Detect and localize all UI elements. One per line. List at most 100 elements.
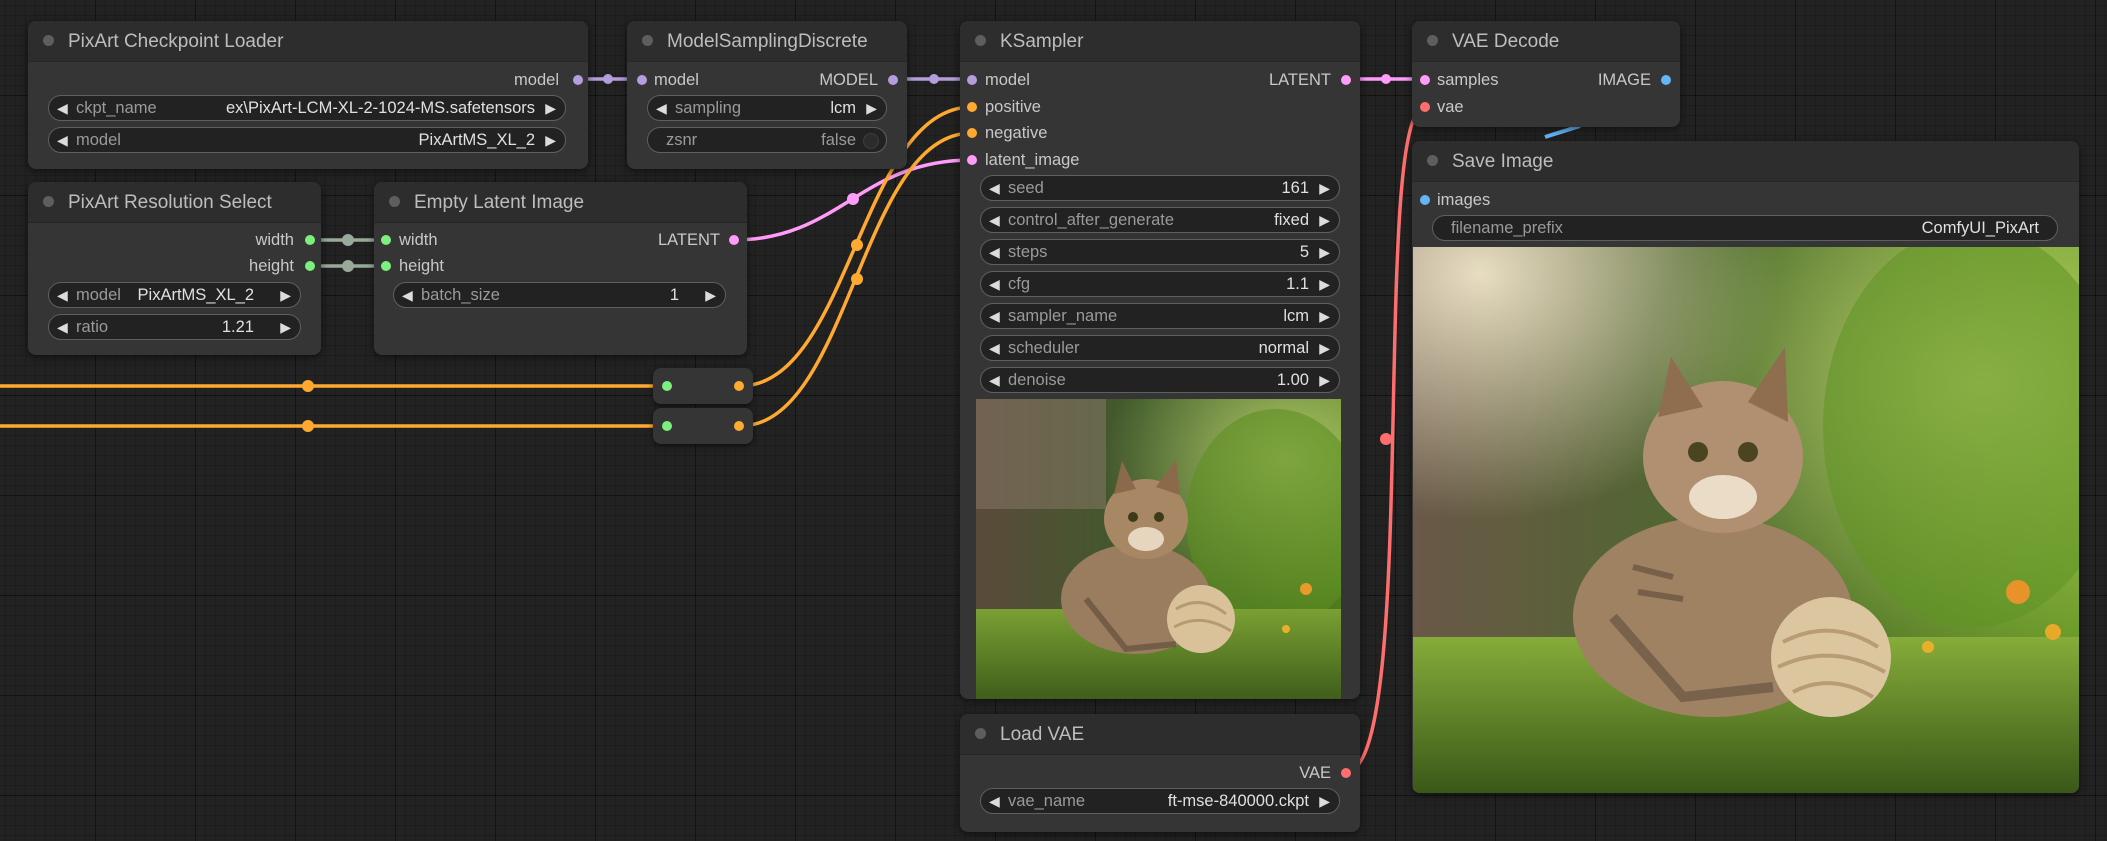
ratio-combo[interactable]: ◀ ratio 1.21 ▶ xyxy=(48,314,301,340)
output-vae-slot[interactable] xyxy=(1341,768,1351,778)
vae-name-combo[interactable]: ◀ vae_name ft-mse-840000.ckpt ▶ xyxy=(980,788,1340,814)
cfg-widget[interactable]: ◀ cfg 1.1 ▶ xyxy=(980,271,1340,297)
input-negative-slot[interactable] xyxy=(967,128,977,138)
decrement-arrow-icon[interactable]: ◀ xyxy=(57,100,68,116)
decrement-arrow-icon[interactable]: ◀ xyxy=(989,340,1000,356)
reroute-output-slot[interactable] xyxy=(734,421,744,431)
sampler-name-combo[interactable]: ◀ sampler_name lcm ▶ xyxy=(980,303,1340,329)
link-negative[interactable] xyxy=(739,131,973,428)
reroute-node-1[interactable] xyxy=(653,368,753,404)
model-combo[interactable]: ◀ model PixArtMS_XL_2 ▶ xyxy=(48,127,566,153)
increment-arrow-icon[interactable]: ▶ xyxy=(1319,340,1330,356)
input-images-slot[interactable] xyxy=(1420,195,1430,205)
widget-value: lcm xyxy=(1283,307,1309,325)
increment-arrow-icon[interactable]: ▶ xyxy=(705,287,716,303)
node-title-bar[interactable]: ModelSamplingDiscrete xyxy=(627,21,907,62)
reroute-node-2[interactable] xyxy=(653,408,753,444)
widget-value: 5 xyxy=(1299,243,1309,261)
decrement-arrow-icon[interactable]: ◀ xyxy=(989,180,1000,196)
output-height-slot[interactable] xyxy=(305,261,315,271)
increment-arrow-icon[interactable]: ▶ xyxy=(1319,372,1330,388)
seed-widget[interactable]: ◀ seed 161 ▶ xyxy=(980,175,1340,201)
denoise-widget[interactable]: ◀ denoise 1.00 ▶ xyxy=(980,367,1340,393)
collapse-dot-icon[interactable] xyxy=(1427,155,1438,166)
steps-widget[interactable]: ◀ steps 5 ▶ xyxy=(980,239,1340,265)
input-model-slot[interactable] xyxy=(967,75,977,85)
input-vae-slot[interactable] xyxy=(1420,102,1430,112)
node-title-bar[interactable]: Save Image xyxy=(1412,141,2079,182)
decrement-arrow-icon[interactable]: ◀ xyxy=(656,100,667,116)
collapse-dot-icon[interactable] xyxy=(43,196,54,207)
node-save-image[interactable]: Save Image images filename_prefix ComfyU… xyxy=(1412,141,2079,793)
increment-arrow-icon[interactable]: ▶ xyxy=(1319,212,1330,228)
scheduler-combo[interactable]: ◀ scheduler normal ▶ xyxy=(980,335,1340,361)
output-model-slot[interactable] xyxy=(888,75,898,85)
link-latent-empty-to-ksampler[interactable] xyxy=(733,158,973,242)
collapse-dot-icon[interactable] xyxy=(975,35,986,46)
output-latent-slot[interactable] xyxy=(729,235,739,245)
decrement-arrow-icon[interactable]: ◀ xyxy=(989,372,1000,388)
control-after-generate-combo[interactable]: ◀ control_after_generate fixed ▶ xyxy=(980,207,1340,233)
link-image[interactable] xyxy=(1544,124,1581,139)
decrement-arrow-icon[interactable]: ◀ xyxy=(989,793,1000,809)
increment-arrow-icon[interactable]: ▶ xyxy=(1319,308,1330,324)
node-vae-decode[interactable]: VAE Decode samples vae IMAGE xyxy=(1412,21,1680,127)
collapse-dot-icon[interactable] xyxy=(975,728,986,739)
increment-arrow-icon[interactable]: ▶ xyxy=(1319,244,1330,260)
increment-arrow-icon[interactable]: ▶ xyxy=(866,100,877,116)
decrement-arrow-icon[interactable]: ◀ xyxy=(57,319,68,335)
increment-arrow-icon[interactable]: ▶ xyxy=(1319,793,1330,809)
collapse-dot-icon[interactable] xyxy=(642,35,653,46)
increment-arrow-icon[interactable]: ▶ xyxy=(280,287,291,303)
batch-size-widget[interactable]: ◀ batch_size 1 ▶ xyxy=(393,282,726,308)
input-model-slot[interactable] xyxy=(637,75,647,85)
reroute-output-slot[interactable] xyxy=(734,381,744,391)
decrement-arrow-icon[interactable]: ◀ xyxy=(989,212,1000,228)
increment-arrow-icon[interactable]: ▶ xyxy=(545,132,556,148)
filename-prefix-field[interactable]: filename_prefix ComfyUI_PixArt xyxy=(1432,215,2058,241)
saved-image-preview[interactable] xyxy=(1413,247,2079,793)
node-pixart-checkpoint-loader[interactable]: PixArt Checkpoint Loader model ◀ ckpt_na… xyxy=(28,21,588,169)
zsnr-toggle[interactable]: zsnr false xyxy=(647,127,887,153)
input-samples-slot[interactable] xyxy=(1420,75,1430,85)
output-latent-slot[interactable] xyxy=(1341,75,1351,85)
decrement-arrow-icon[interactable]: ◀ xyxy=(989,276,1000,292)
output-image-slot[interactable] xyxy=(1661,75,1671,85)
node-title-bar[interactable]: Load VAE xyxy=(960,714,1360,755)
node-load-vae[interactable]: Load VAE VAE ◀ vae_name ft-mse-840000.ck… xyxy=(960,714,1360,832)
node-pixart-resolution-select[interactable]: PixArt Resolution Select width height ◀ … xyxy=(28,182,321,355)
node-title-bar[interactable]: VAE Decode xyxy=(1412,21,1680,62)
ckpt-name-combo[interactable]: ◀ ckpt_name ex\PixArt-LCM-XL-2-1024-MS.s… xyxy=(48,95,566,121)
input-height-slot[interactable] xyxy=(381,261,391,271)
decrement-arrow-icon[interactable]: ◀ xyxy=(989,308,1000,324)
reroute-input-slot[interactable] xyxy=(662,421,672,431)
increment-arrow-icon[interactable]: ▶ xyxy=(1319,180,1330,196)
increment-arrow-icon[interactable]: ▶ xyxy=(280,319,291,335)
increment-arrow-icon[interactable]: ▶ xyxy=(545,100,556,116)
collapse-dot-icon[interactable] xyxy=(389,196,400,207)
node-ksampler[interactable]: KSampler model positive negative latent_… xyxy=(960,21,1360,699)
decrement-arrow-icon[interactable]: ◀ xyxy=(989,244,1000,260)
collapse-dot-icon[interactable] xyxy=(43,35,54,46)
node-title-bar[interactable]: KSampler xyxy=(960,21,1360,62)
collapse-dot-icon[interactable] xyxy=(1427,35,1438,46)
node-title-bar[interactable]: PixArt Resolution Select xyxy=(28,182,321,223)
decrement-arrow-icon[interactable]: ◀ xyxy=(57,287,68,303)
output-width-slot[interactable] xyxy=(305,235,315,245)
input-width-slot[interactable] xyxy=(381,235,391,245)
decrement-arrow-icon[interactable]: ◀ xyxy=(57,132,68,148)
preview-image[interactable] xyxy=(976,399,1341,699)
model-combo[interactable]: ◀ model PixArtMS_XL_2 ▶ xyxy=(48,282,301,308)
output-model-slot[interactable] xyxy=(573,75,583,85)
node-title: Save Image xyxy=(1452,151,1554,172)
input-latent-slot[interactable] xyxy=(967,155,977,165)
node-empty-latent-image[interactable]: Empty Latent Image width height LATENT ◀… xyxy=(374,182,747,355)
decrement-arrow-icon[interactable]: ◀ xyxy=(402,287,413,303)
node-title-bar[interactable]: Empty Latent Image xyxy=(374,182,747,223)
node-title-bar[interactable]: PixArt Checkpoint Loader xyxy=(28,21,588,62)
reroute-input-slot[interactable] xyxy=(662,381,672,391)
increment-arrow-icon[interactable]: ▶ xyxy=(1319,276,1330,292)
sampling-combo[interactable]: ◀ sampling lcm ▶ xyxy=(647,95,887,121)
node-model-sampling-discrete[interactable]: ModelSamplingDiscrete model MODEL ◀ samp… xyxy=(627,21,907,169)
input-positive-slot[interactable] xyxy=(967,102,977,112)
